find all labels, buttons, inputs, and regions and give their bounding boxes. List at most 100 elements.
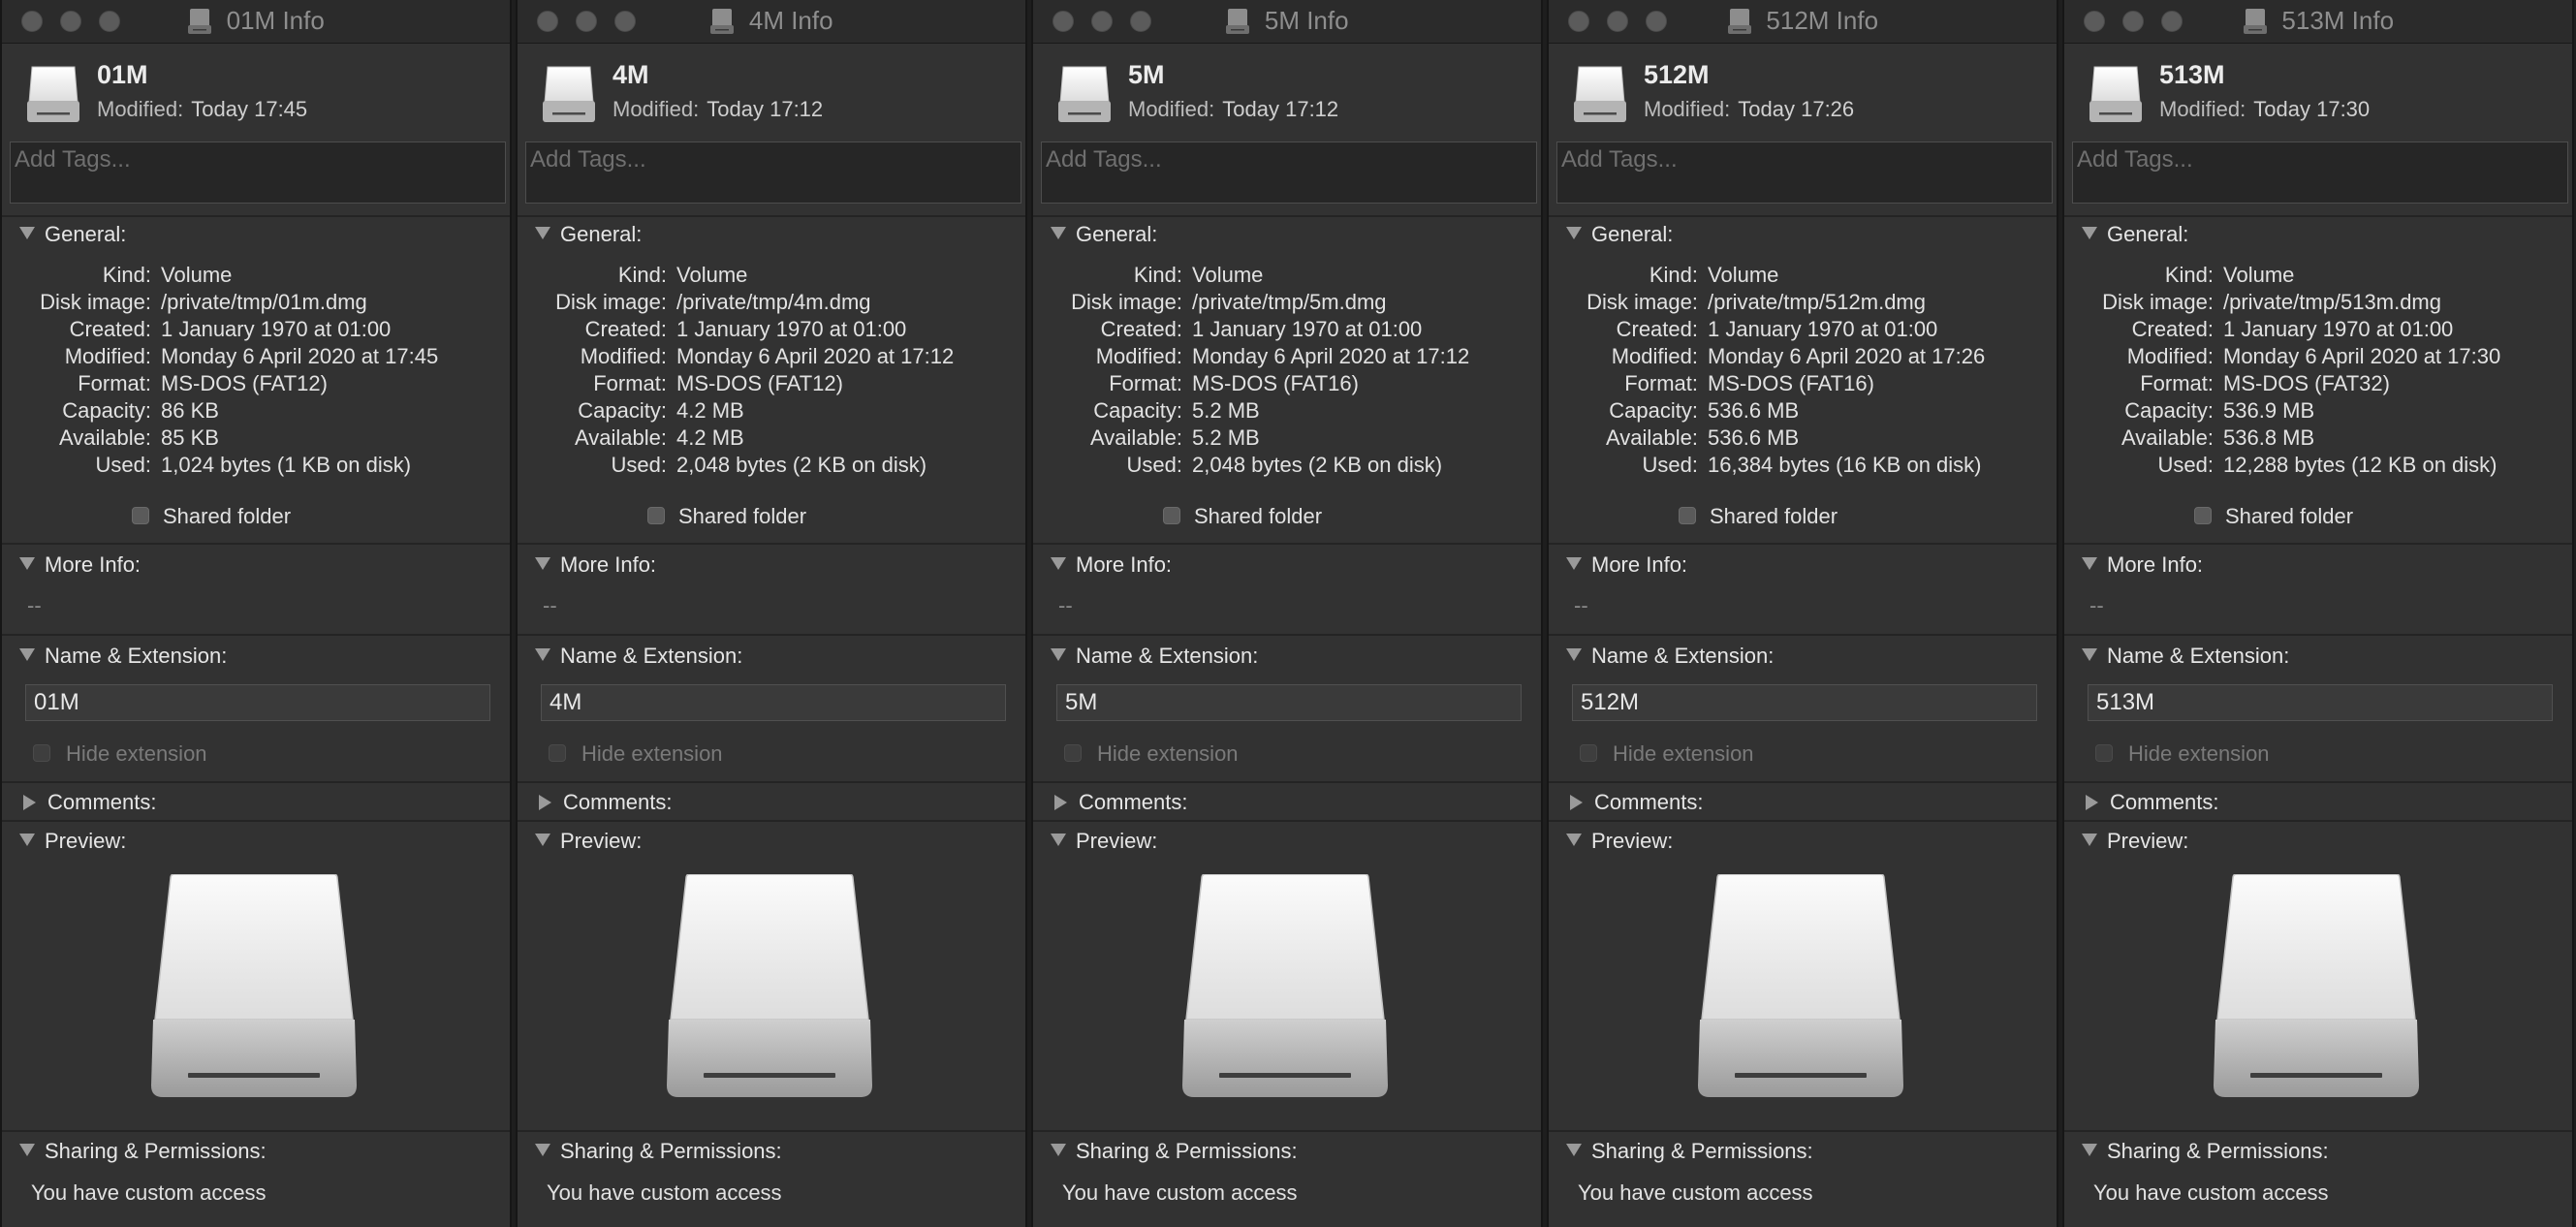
section-more-info-toggle[interactable]: More Info:: [1566, 552, 1687, 578]
disclosure-open-icon[interactable]: [535, 557, 550, 570]
section-comments-toggle[interactable]: Comments:: [19, 790, 156, 815]
section-name-extension-label: Name & Extension:: [1076, 644, 1259, 668]
section-name-extension-toggle[interactable]: Name & Extension:: [1051, 644, 1258, 669]
volume-name: 512M: [1644, 60, 1710, 89]
row-kind: Kind: Volume: [1549, 263, 2057, 290]
section-name-extension-toggle[interactable]: Name & Extension:: [19, 644, 227, 669]
section-name-extension-toggle[interactable]: Name & Extension:: [535, 644, 742, 669]
section-more-info-toggle[interactable]: More Info:: [2082, 552, 2203, 578]
section-comments-toggle[interactable]: Comments:: [1051, 790, 1187, 815]
section-preview-toggle[interactable]: Preview:: [2082, 829, 2188, 854]
name-input[interactable]: 512M: [1572, 684, 2037, 721]
section-general-toggle[interactable]: General:: [2082, 222, 2188, 247]
hide-extension-checkbox[interactable]: [549, 744, 566, 762]
name-input[interactable]: 4M: [541, 684, 1006, 721]
section-more-info-toggle[interactable]: More Info:: [19, 552, 141, 578]
disclosure-open-icon[interactable]: [1566, 648, 1582, 661]
disclosure-open-icon[interactable]: [1566, 834, 1582, 846]
section-sharing-toggle[interactable]: Sharing & Permissions:: [1051, 1139, 1298, 1164]
disclosure-open-icon[interactable]: [1051, 834, 1066, 846]
disclosure-closed-icon[interactable]: [2086, 795, 2098, 810]
section-more-info-toggle[interactable]: More Info:: [535, 552, 656, 578]
section-preview-toggle[interactable]: Preview:: [535, 829, 642, 854]
disclosure-open-icon[interactable]: [19, 648, 35, 661]
section-sharing-toggle[interactable]: Sharing & Permissions:: [19, 1139, 267, 1164]
divider: [1549, 634, 2057, 636]
tags-input[interactable]: Add Tags...: [2072, 142, 2568, 204]
tags-input[interactable]: Add Tags...: [1556, 142, 2053, 204]
name-input[interactable]: 01M: [25, 684, 490, 721]
section-sharing-toggle[interactable]: Sharing & Permissions:: [1566, 1139, 1813, 1164]
title-bar[interactable]: 5M Info: [1033, 0, 1541, 44]
disclosure-closed-icon[interactable]: [1054, 795, 1067, 810]
disclosure-open-icon[interactable]: [2082, 227, 2097, 239]
row-available: Available: 536.8 MB: [2064, 425, 2572, 453]
section-name-extension-toggle[interactable]: Name & Extension:: [2082, 644, 2289, 669]
shared-folder-label[interactable]: Shared folder: [1710, 504, 1838, 529]
shared-folder-label[interactable]: Shared folder: [1194, 504, 1322, 529]
disclosure-open-icon[interactable]: [2082, 648, 2097, 661]
disclosure-open-icon[interactable]: [2082, 557, 2097, 570]
section-more-info-toggle[interactable]: More Info:: [1051, 552, 1172, 578]
section-sharing-toggle[interactable]: Sharing & Permissions:: [2082, 1139, 2329, 1164]
disclosure-open-icon[interactable]: [535, 1144, 550, 1156]
section-comments-toggle[interactable]: Comments:: [2082, 790, 2218, 815]
disclosure-open-icon[interactable]: [19, 1144, 35, 1156]
section-general-toggle[interactable]: General:: [1051, 222, 1157, 247]
hide-extension-checkbox[interactable]: [1580, 744, 1597, 762]
disclosure-open-icon[interactable]: [535, 834, 550, 846]
title-bar[interactable]: 513M Info: [2064, 0, 2572, 44]
shared-folder-label[interactable]: Shared folder: [678, 504, 806, 529]
tags-input[interactable]: Add Tags...: [525, 142, 1021, 204]
section-comments-toggle[interactable]: Comments:: [535, 790, 672, 815]
disclosure-open-icon[interactable]: [1566, 227, 1582, 239]
section-name-extension-toggle[interactable]: Name & Extension:: [1566, 644, 1774, 669]
tags-input[interactable]: Add Tags...: [1041, 142, 1537, 204]
hide-extension-checkbox[interactable]: [2095, 744, 2113, 762]
hide-extension-checkbox[interactable]: [33, 744, 50, 762]
disclosure-open-icon[interactable]: [2082, 1144, 2097, 1156]
disclosure-open-icon[interactable]: [19, 227, 35, 239]
title-bar[interactable]: 4M Info: [518, 0, 1025, 44]
disclosure-open-icon[interactable]: [535, 227, 550, 239]
shared-folder-checkbox[interactable]: [1163, 507, 1180, 524]
row-disk-image: Disk image: /private/tmp/5m.dmg: [1033, 290, 1541, 317]
disclosure-open-icon[interactable]: [1051, 1144, 1066, 1156]
shared-folder-checkbox[interactable]: [1679, 507, 1696, 524]
section-general-toggle[interactable]: General:: [535, 222, 642, 247]
tags-input[interactable]: Add Tags...: [10, 142, 506, 204]
disclosure-open-icon[interactable]: [1051, 648, 1066, 661]
row-capacity: Capacity: 4.2 MB: [518, 398, 1025, 425]
shared-folder-checkbox[interactable]: [132, 507, 149, 524]
hide-extension-checkbox[interactable]: [1064, 744, 1082, 762]
disclosure-closed-icon[interactable]: [1570, 795, 1583, 810]
disclosure-closed-icon[interactable]: [539, 795, 551, 810]
disclosure-closed-icon[interactable]: [23, 795, 36, 810]
disclosure-open-icon[interactable]: [19, 557, 35, 570]
access-status: You have custom access: [2093, 1180, 2329, 1205]
disclosure-open-icon[interactable]: [535, 648, 550, 661]
disclosure-open-icon[interactable]: [2082, 834, 2097, 846]
section-preview-toggle[interactable]: Preview:: [1566, 829, 1673, 854]
title-bar[interactable]: 01M Info: [2, 0, 510, 44]
row-modified: Modified: Monday 6 April 2020 at 17:30: [2064, 344, 2572, 371]
shared-folder-checkbox[interactable]: [647, 507, 665, 524]
name-input[interactable]: 513M: [2088, 684, 2553, 721]
shared-folder-label[interactable]: Shared folder: [163, 504, 291, 529]
section-sharing-toggle[interactable]: Sharing & Permissions:: [535, 1139, 782, 1164]
section-preview-toggle[interactable]: Preview:: [1051, 829, 1157, 854]
disclosure-open-icon[interactable]: [1566, 557, 1582, 570]
disclosure-open-icon[interactable]: [1051, 227, 1066, 239]
disclosure-open-icon[interactable]: [19, 834, 35, 846]
disclosure-open-icon[interactable]: [1051, 557, 1066, 570]
shared-folder-checkbox[interactable]: [2194, 507, 2212, 524]
name-input[interactable]: 5M: [1056, 684, 1522, 721]
disclosure-open-icon[interactable]: [1566, 1144, 1582, 1156]
section-general-toggle[interactable]: General:: [1566, 222, 1673, 247]
divider: [1033, 820, 1541, 822]
section-comments-toggle[interactable]: Comments:: [1566, 790, 1703, 815]
shared-folder-label[interactable]: Shared folder: [2225, 504, 2353, 529]
section-preview-toggle[interactable]: Preview:: [19, 829, 126, 854]
section-general-toggle[interactable]: General:: [19, 222, 126, 247]
title-bar[interactable]: 512M Info: [1549, 0, 2057, 44]
